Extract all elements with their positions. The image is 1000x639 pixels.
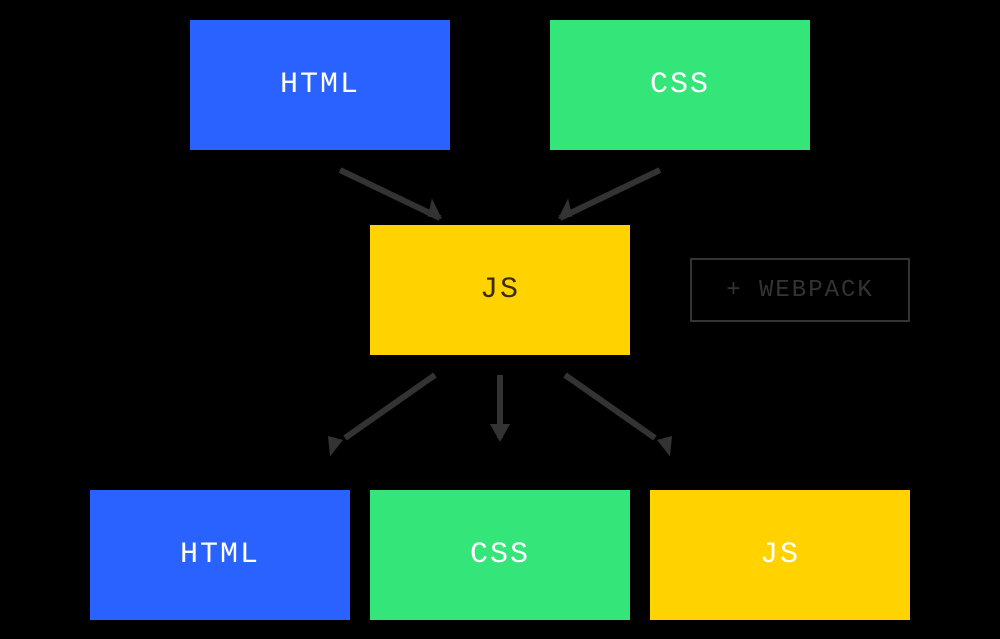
node-label: CSS	[470, 538, 530, 572]
node-label: HTML	[180, 538, 260, 572]
diagram-canvas: HTML CSS JS + WEBPACK HTML CSS JS	[0, 0, 1000, 639]
node-css-bottom: CSS	[370, 490, 630, 620]
node-label: JS	[760, 538, 800, 572]
node-js-bottom: JS	[650, 490, 910, 620]
node-html-bottom: HTML	[90, 490, 350, 620]
